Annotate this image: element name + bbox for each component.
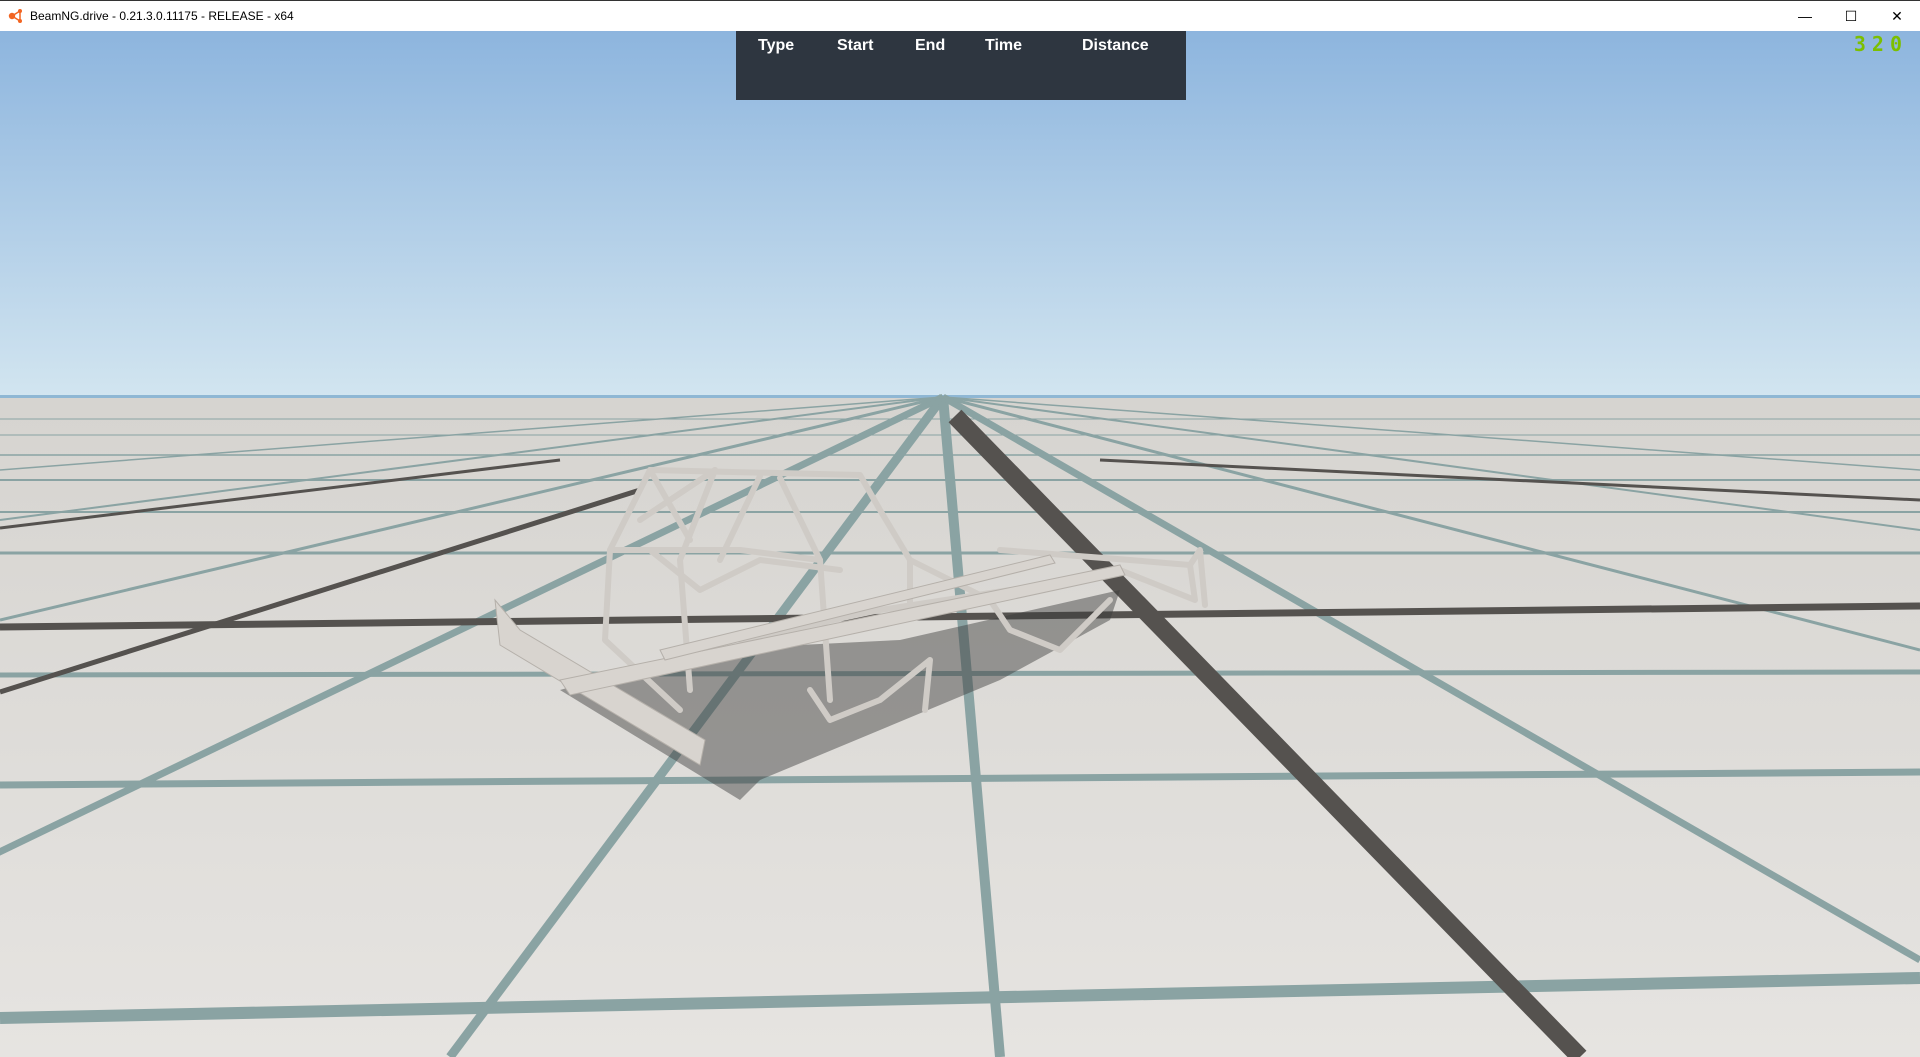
column-header-distance: Distance [1082, 37, 1149, 54]
window-titlebar: BeamNG.drive - 0.21.3.0.11175 - RELEASE … [0, 0, 1920, 31]
3d-scene [0, 31, 1920, 1057]
window-title: BeamNG.drive - 0.21.3.0.11175 - RELEASE … [30, 9, 294, 23]
fps-counter: 320 [1853, 32, 1908, 56]
minimize-button[interactable]: — [1782, 1, 1828, 31]
column-header-time: Time [985, 37, 1023, 54]
maximize-button[interactable]: ☐ [1828, 1, 1874, 31]
ground-plane [0, 398, 1920, 1057]
game-viewport[interactable]: Type Start End Time Distance 320 [0, 31, 1920, 1057]
column-header-start: Start [837, 37, 874, 54]
race-timing-panel: Type Start End Time Distance [736, 31, 1186, 100]
beamng-logo-icon [8, 9, 22, 23]
column-header-type: Type [758, 37, 795, 54]
close-button[interactable]: ✕ [1874, 1, 1920, 31]
column-header-end: End [915, 37, 946, 54]
